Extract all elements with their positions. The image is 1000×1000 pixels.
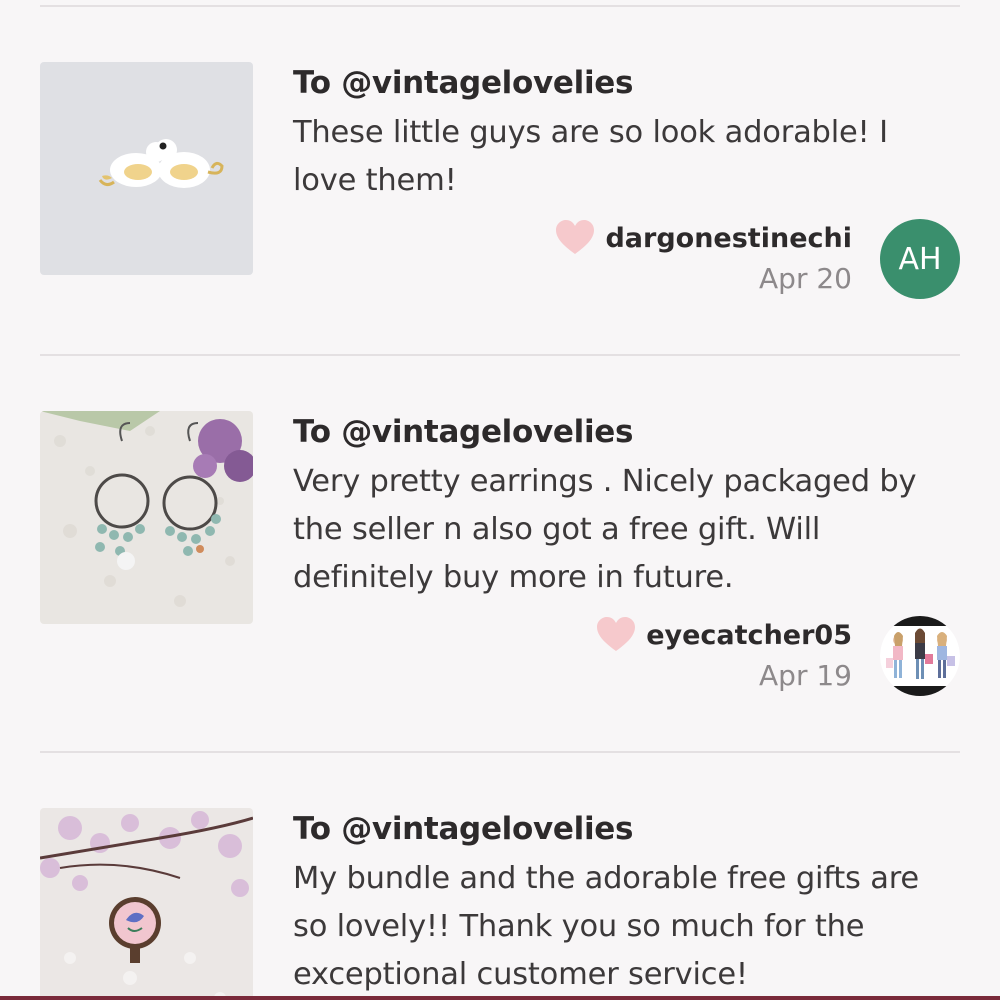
review-text: These little guys are so look adorable! … bbox=[293, 115, 888, 198]
product-thumbnail[interactable] bbox=[40, 62, 253, 275]
bird-earrings-photo bbox=[40, 62, 253, 275]
review-meta: dargonestinechi Apr 20 bbox=[555, 216, 852, 295]
fashion-illustration-avatar bbox=[880, 616, 960, 696]
review-date: Apr 20 bbox=[759, 262, 852, 295]
review-date: Apr 19 bbox=[759, 659, 852, 692]
avatar-initials: AH bbox=[898, 241, 942, 277]
review-text: Very pretty earrings . Nicely packaged b… bbox=[293, 464, 917, 595]
chandelier-earrings-photo bbox=[40, 411, 253, 624]
divider bbox=[40, 5, 960, 7]
avatar[interactable] bbox=[880, 616, 960, 696]
review-text: My bundle and the adorable free gifts ar… bbox=[293, 861, 919, 992]
review-recipient[interactable]: To @vintagelovelies bbox=[293, 811, 633, 847]
avatar[interactable]: AH bbox=[880, 219, 960, 299]
divider bbox=[40, 751, 960, 753]
review-meta: eyecatcher05 Apr 19 bbox=[596, 613, 852, 692]
flower-ring-photo bbox=[40, 808, 253, 1000]
heart-icon[interactable] bbox=[596, 617, 636, 653]
product-thumbnail[interactable] bbox=[40, 808, 253, 1000]
product-thumbnail[interactable] bbox=[40, 411, 253, 624]
bottom-edge-bar bbox=[0, 996, 1000, 1000]
reviewer-username[interactable]: dargonestinechi bbox=[605, 223, 852, 254]
reviewer-line: dargonestinechi bbox=[555, 216, 852, 260]
divider bbox=[40, 354, 960, 356]
reviews-feed: To @vintagelovelies These little guys ar… bbox=[0, 0, 1000, 1000]
review-recipient[interactable]: To @vintagelovelies bbox=[293, 65, 633, 101]
heart-icon[interactable] bbox=[555, 220, 595, 256]
review-recipient[interactable]: To @vintagelovelies bbox=[293, 414, 633, 450]
reviewer-username[interactable]: eyecatcher05 bbox=[646, 620, 852, 651]
reviewer-line: eyecatcher05 bbox=[596, 613, 852, 657]
